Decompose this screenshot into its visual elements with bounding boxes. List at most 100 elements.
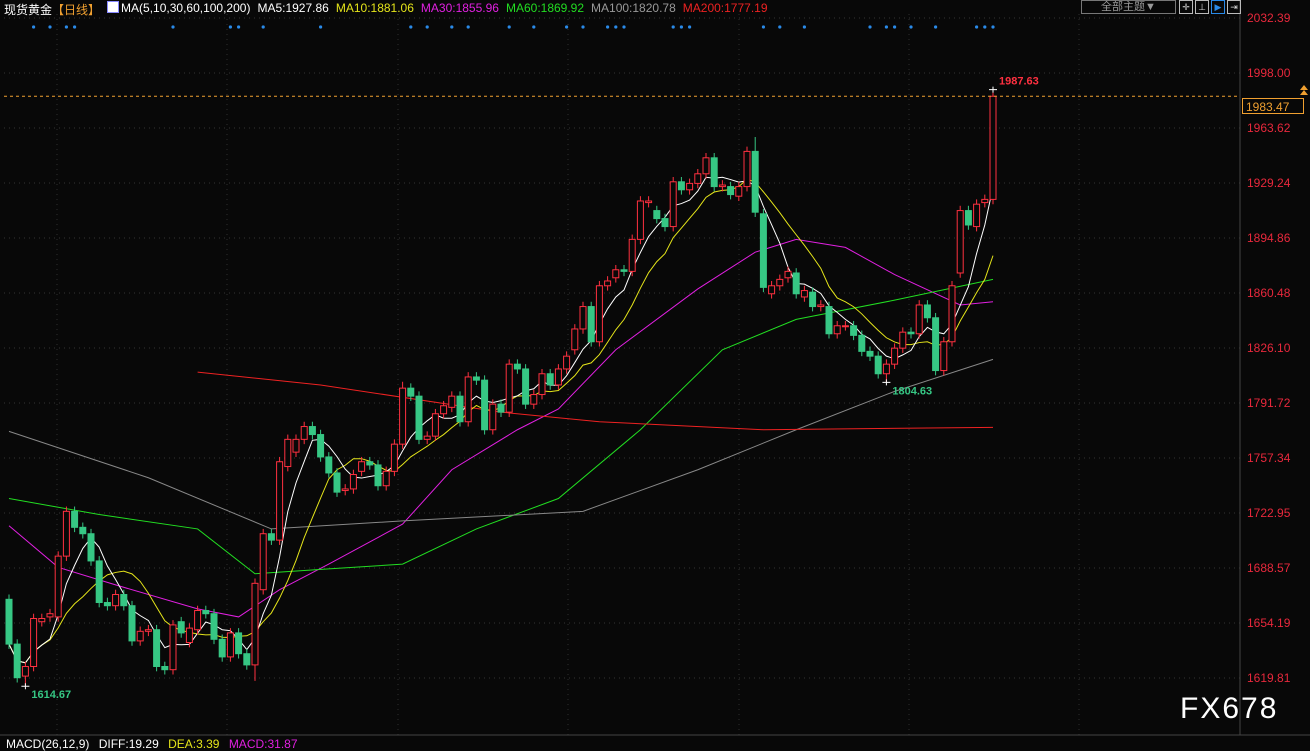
event-marker xyxy=(532,25,536,29)
candle-body xyxy=(497,403,505,413)
event-marker xyxy=(466,25,470,29)
event-marker xyxy=(868,25,872,29)
candle-body xyxy=(153,629,161,667)
candle xyxy=(194,605,202,635)
candle xyxy=(95,556,103,608)
event-marker xyxy=(991,25,995,29)
candle xyxy=(858,330,866,357)
candle-body xyxy=(325,456,333,474)
candle-body xyxy=(177,621,185,634)
event-marker xyxy=(679,25,684,29)
candle xyxy=(448,391,456,413)
event-marker xyxy=(171,25,175,29)
candle-body xyxy=(308,426,316,436)
candle-body xyxy=(932,317,940,372)
candle xyxy=(604,276,612,291)
y-tick-label: 1688.57 xyxy=(1247,561,1291,575)
y-tick-label: 1654.19 xyxy=(1247,616,1291,630)
candle-body xyxy=(554,368,562,386)
candle xyxy=(546,368,554,390)
chart-header: 现货黄金 【日线】 MA(5,10,30,60,100,200) MA5:192… xyxy=(4,1,775,18)
candle xyxy=(932,312,940,376)
candle xyxy=(743,146,751,192)
candle xyxy=(284,434,292,472)
candle xyxy=(243,648,251,670)
period-label[interactable]: 【日线】 xyxy=(52,1,100,18)
candle-body xyxy=(103,602,111,607)
candle-body xyxy=(144,629,152,632)
candle-body xyxy=(349,474,357,490)
candle-body xyxy=(956,210,964,274)
candle-body xyxy=(284,438,292,468)
event-marker xyxy=(688,25,692,29)
low-marker xyxy=(21,683,30,690)
candle xyxy=(636,196,644,245)
candle-body xyxy=(251,582,259,666)
candle xyxy=(464,372,472,427)
candle xyxy=(751,137,759,217)
candle-body xyxy=(620,269,628,272)
range-icon[interactable]: ⊥ xyxy=(1195,0,1209,14)
candle-body xyxy=(464,376,472,423)
crosshair-icon[interactable]: ✛ xyxy=(1179,0,1193,14)
candle xyxy=(956,205,964,278)
candle-body xyxy=(333,472,341,493)
candle xyxy=(251,578,259,681)
candle xyxy=(185,623,193,648)
candle-body xyxy=(292,438,300,453)
candle-body xyxy=(833,325,841,335)
candle-body xyxy=(874,355,882,375)
candle xyxy=(571,324,579,355)
candlestick-chart[interactable]: 1987.63 1614.67 1804.63 xyxy=(0,0,1310,745)
candle-body xyxy=(718,184,726,188)
candle xyxy=(612,264,620,283)
candle-body xyxy=(579,306,587,330)
theme-dropdown[interactable]: 全部主题▼ xyxy=(1081,0,1176,14)
candle-body xyxy=(612,269,620,279)
y-tick-label: 1929.24 xyxy=(1247,176,1291,190)
candle-body xyxy=(431,413,439,437)
event-marker xyxy=(893,25,897,29)
candle-body xyxy=(505,363,513,413)
ma10-line xyxy=(8,178,994,664)
candle xyxy=(325,452,333,478)
candle-body xyxy=(743,150,751,188)
symbol-name: 现货黄金 xyxy=(4,3,53,17)
y-tick-label: 1998.00 xyxy=(1247,66,1291,80)
candle-body xyxy=(300,426,308,440)
event-marker xyxy=(778,25,782,29)
candle-body xyxy=(841,325,849,328)
candle xyxy=(899,327,907,353)
candle xyxy=(579,301,587,334)
event-markers xyxy=(31,25,995,29)
candle-body xyxy=(456,395,464,423)
candle xyxy=(784,266,792,283)
candle-body xyxy=(276,461,284,541)
macd-value: MACD:31.87 xyxy=(228,737,298,751)
candle-body xyxy=(587,306,595,343)
candle-body xyxy=(210,613,218,640)
shift-right-icon[interactable]: ⇥ xyxy=(1227,0,1241,14)
candle xyxy=(235,628,243,659)
candle-body xyxy=(595,285,603,343)
candle-body xyxy=(341,488,349,492)
candle-body xyxy=(989,95,997,200)
candle xyxy=(21,661,29,687)
candle xyxy=(226,628,234,662)
candle-body xyxy=(235,632,243,655)
chart-icon xyxy=(107,1,120,13)
ma-params[interactable]: MA(5,10,30,60,100,200) xyxy=(107,1,250,18)
candle xyxy=(841,320,849,331)
candle-body xyxy=(317,434,325,458)
candle-body xyxy=(759,213,767,288)
play-icon[interactable]: ▶ xyxy=(1211,0,1225,14)
event-marker xyxy=(228,25,232,29)
candle xyxy=(776,274,784,291)
macd-diff: DIFF:19.29 xyxy=(98,737,159,751)
candle-body xyxy=(530,394,538,405)
event-marker xyxy=(319,25,323,29)
candle xyxy=(308,421,316,440)
candle xyxy=(817,300,825,312)
candle xyxy=(948,280,956,347)
event-marker xyxy=(671,25,675,29)
